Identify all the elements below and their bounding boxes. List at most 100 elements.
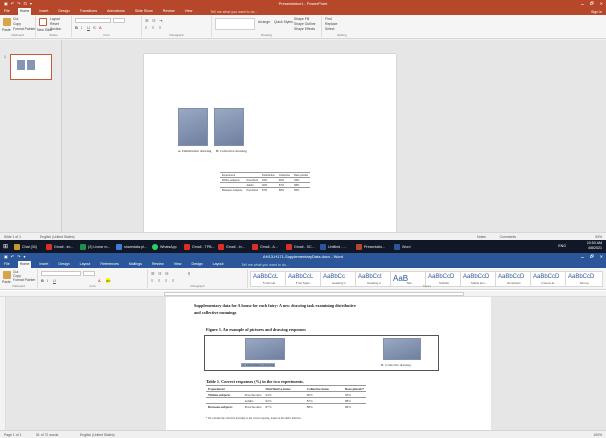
slide-count[interactable]: Slide 1 of 1 xyxy=(4,235,21,239)
tab-mailings[interactable]: Mailings xyxy=(127,261,144,268)
shape-effects-button[interactable]: Shape Effects xyxy=(294,27,315,31)
copy-button[interactable]: Copy xyxy=(13,22,21,26)
tab-transitions[interactable]: Transitions xyxy=(78,8,99,15)
bullets-icon[interactable]: ☰ xyxy=(151,271,155,276)
arrange-button[interactable]: Arrange xyxy=(258,20,270,24)
tab-view[interactable]: View xyxy=(172,261,184,268)
taskbar-item-8[interactable]: Gmail - A... xyxy=(252,242,278,251)
show-formatting-icon[interactable]: ¶ xyxy=(188,271,190,276)
taskbar-item-7[interactable]: Gmail - In... xyxy=(218,242,245,251)
tab-references[interactable]: References xyxy=(98,261,120,268)
distributive-drawing-photo[interactable] xyxy=(245,338,285,360)
zoom-level[interactable]: 100% xyxy=(593,433,602,437)
highlight-icon[interactable]: ab xyxy=(106,278,111,283)
collective-drawing-photo[interactable] xyxy=(383,338,421,360)
numbering-icon[interactable]: ☷ xyxy=(158,271,162,276)
word-count[interactable]: 51 of 72 words xyxy=(36,433,58,437)
results-table[interactable]: Experiment Distributive items Collective i… xyxy=(206,385,367,409)
tab-insert[interactable]: Insert xyxy=(37,261,50,268)
clock[interactable]: 10:53 AM 4/8/2021 xyxy=(587,241,602,251)
tab-home[interactable]: Home xyxy=(17,261,32,268)
underline-icon[interactable]: U xyxy=(53,278,56,283)
align-right-icon[interactable]: ≡ xyxy=(165,278,167,283)
minimize-button[interactable]: 🗕 xyxy=(581,1,584,8)
justify-icon[interactable]: ≡ xyxy=(172,278,174,283)
sign-in-link[interactable]: Sign in xyxy=(591,10,602,14)
format-painter-button[interactable]: Format Painter xyxy=(13,278,35,282)
align-center-icon[interactable]: ≡ xyxy=(152,25,154,30)
collective-drawing-photo[interactable] xyxy=(214,108,244,146)
taskbar-item-6[interactable]: Gmail - TPB... xyxy=(184,242,215,251)
close-button[interactable]: ✕ xyxy=(600,254,603,261)
restore-button[interactable]: 🗗 xyxy=(590,254,594,261)
shadow-icon[interactable]: S xyxy=(93,25,96,30)
section-button[interactable]: Section xyxy=(50,27,61,31)
font-name-box[interactable] xyxy=(75,18,111,23)
slide-thumbnail-1[interactable] xyxy=(10,54,52,80)
shape-outline-button[interactable]: Shape Outline xyxy=(294,22,316,26)
align-left-icon[interactable]: ≡ xyxy=(151,278,153,283)
taskbar-item-4[interactable]: sharedata.pl... xyxy=(116,242,147,251)
align-right-icon[interactable]: ≡ xyxy=(159,25,161,30)
language-indicator[interactable]: ENG xyxy=(558,244,566,248)
language-status[interactable]: English (United States) xyxy=(80,433,115,437)
tab-insert[interactable]: Insert xyxy=(37,8,50,15)
tab-design[interactable]: Design xyxy=(56,8,71,15)
tell-me-search[interactable]: Tell me what you want to do... xyxy=(241,263,288,267)
taskbar-item-3[interactable]: (2) Linear m... xyxy=(80,242,110,251)
distributive-drawing-photo[interactable] xyxy=(178,108,208,146)
font-name-box[interactable] xyxy=(41,271,81,276)
tell-me-search[interactable]: Tell me what you want to do... xyxy=(210,10,257,14)
new-slide-icon[interactable] xyxy=(39,18,47,26)
close-button[interactable]: ✕ xyxy=(600,1,603,8)
font-size-box[interactable] xyxy=(113,18,125,23)
paste-icon[interactable] xyxy=(3,18,11,26)
tab-table-layout[interactable]: Layout xyxy=(211,261,226,268)
taskbar-item-10[interactable]: Untitled - ... xyxy=(320,242,346,251)
taskbar-item-9[interactable]: Gmail - SC... xyxy=(286,242,315,251)
tab-home[interactable]: Home xyxy=(17,8,32,15)
cut-button[interactable]: Cut xyxy=(13,17,18,21)
results-table[interactable]: Experiment Distributive Collective Bare plu… xyxy=(220,172,310,192)
zoom-level[interactable]: 53% xyxy=(595,235,602,239)
page-count[interactable]: Page 1 of 1 xyxy=(4,433,21,437)
tab-review[interactable]: Review xyxy=(150,261,166,268)
slide-canvas[interactable]: A. Distributive drawing B. Collective dr… xyxy=(144,54,396,232)
format-painter-button[interactable]: Format Painter xyxy=(13,27,35,31)
restore-button[interactable]: 🗗 xyxy=(590,1,594,8)
tab-slide-show[interactable]: Slide Show xyxy=(133,8,155,15)
align-left-icon[interactable]: ≡ xyxy=(145,25,147,30)
document-page[interactable]: Supplementary data for A house for each … xyxy=(166,297,491,430)
taskbar-item-2[interactable]: Gmail - im... xyxy=(46,242,73,251)
layout-button[interactable]: Layout xyxy=(50,17,60,21)
tab-layout[interactable]: Layout xyxy=(78,261,93,268)
numbering-icon[interactable]: ☷ xyxy=(152,18,156,23)
font-color-icon[interactable]: A xyxy=(99,25,102,30)
start-button[interactable]: ⊞ xyxy=(3,242,8,251)
taskbar-item-12[interactable]: Word xyxy=(394,242,411,251)
taskbar-item-1[interactable]: Chat (30) xyxy=(14,242,37,251)
align-center-icon[interactable]: ≡ xyxy=(158,278,160,283)
find-button[interactable]: Find xyxy=(325,17,332,21)
indent-icon[interactable]: ⇥ xyxy=(159,18,162,23)
font-size-box[interactable] xyxy=(83,271,95,276)
underline-icon[interactable]: U xyxy=(87,25,90,30)
tab-view[interactable]: View xyxy=(183,8,195,15)
language-status[interactable]: English (United States) xyxy=(40,235,75,239)
bold-icon[interactable]: B xyxy=(75,25,78,30)
italic-icon[interactable]: I xyxy=(47,278,48,283)
select-button[interactable]: Select xyxy=(325,27,334,31)
quick-styles-button[interactable]: Quick Styles xyxy=(274,20,293,24)
multilevel-list-icon[interactable]: ☵ xyxy=(165,271,169,276)
italic-icon[interactable]: I xyxy=(81,25,82,30)
shapes-gallery[interactable] xyxy=(215,18,255,30)
tab-file[interactable]: File xyxy=(2,8,12,15)
reset-button[interactable]: Reset xyxy=(50,22,59,26)
notes-button[interactable]: Notes xyxy=(477,235,486,239)
tab-animations[interactable]: Animations xyxy=(105,8,127,15)
minimize-button[interactable]: 🗕 xyxy=(581,254,584,261)
taskbar-item-5[interactable]: WhatsApp xyxy=(152,242,177,251)
taskbar-item-11[interactable]: Presentatio... xyxy=(356,242,385,251)
comments-button[interactable]: Comments xyxy=(500,235,516,239)
tab-file[interactable]: File xyxy=(2,261,12,268)
